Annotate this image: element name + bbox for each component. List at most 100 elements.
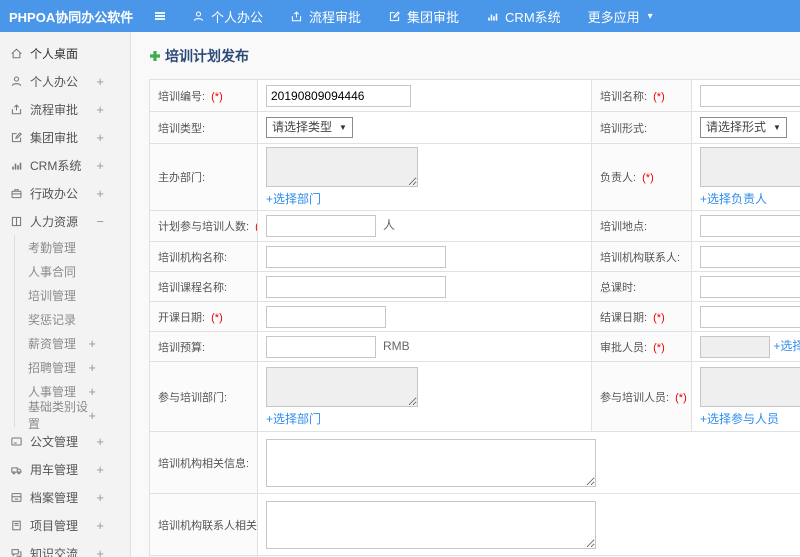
sidebar-item-2[interactable]: 个人办公 + xyxy=(0,67,130,95)
label-end-date: 结课日期: xyxy=(600,311,651,324)
total-hours-input[interactable] xyxy=(700,275,800,298)
expand-icon[interactable]: + xyxy=(88,409,96,422)
required-mark: (*) xyxy=(642,172,654,184)
select-value: 请选择类型 xyxy=(272,120,333,134)
expand-icon[interactable]: + xyxy=(96,75,104,88)
select-approver-link[interactable]: +选择审批人员 xyxy=(773,339,800,353)
sidebar-item-6[interactable]: 行政办公 + xyxy=(0,179,130,207)
select-join-people-link[interactable]: +选择参与人员 xyxy=(700,410,779,427)
select-leader-link[interactable]: +选择负责人 xyxy=(700,190,767,207)
topbar-menu-item-3[interactable]: 集团审批 xyxy=(388,7,459,26)
page-layout: 个人桌面 个人办公 + 流程审批 + 集团审批 + CRM系统 + 行政办公 + 人力资源 − 考勤管理人… xyxy=(0,32,800,557)
org-name-input[interactable] xyxy=(266,245,446,268)
sidebar-item-10[interactable]: 培训管理 xyxy=(14,283,130,307)
sidebar-item-9[interactable]: 人事合同 xyxy=(14,259,130,283)
label-join-dept: 参与培训部门: xyxy=(158,391,228,404)
sidebar-item-4[interactable]: 集团审批 + xyxy=(0,123,130,151)
edit-icon xyxy=(388,10,401,23)
expand-icon[interactable]: + xyxy=(96,519,104,532)
expand-icon[interactable]: + xyxy=(88,385,96,398)
expand-icon[interactable]: + xyxy=(96,463,104,476)
expand-icon[interactable]: + xyxy=(96,435,104,448)
start-date-input[interactable] xyxy=(266,305,386,328)
sidebar-item-label: 考勤管理 xyxy=(28,240,77,255)
leader-textarea xyxy=(700,147,800,187)
sidebar-item-13[interactable]: 招聘管理 + xyxy=(14,355,130,379)
org-contact-input[interactable] xyxy=(700,245,800,268)
sidebar-item-label: CRM系统 xyxy=(30,158,82,173)
expand-icon[interactable]: + xyxy=(88,337,96,350)
caret-down-icon: ▼ xyxy=(339,123,347,132)
sidebar-item-label: 薪资管理 xyxy=(28,336,77,351)
sidebar-item-7[interactable]: 人力资源 − xyxy=(0,207,130,235)
join-dept-textarea xyxy=(266,366,418,407)
form-row: 培训类型: 请选择类型 ▼ 培训形式: 请选择形式 ▼ xyxy=(149,111,800,144)
approve-icon xyxy=(290,10,303,23)
sidebar-item-18[interactable]: 档案管理 + xyxy=(0,483,130,511)
topbar-menu-item-5[interactable]: 更多应用 ▾ xyxy=(588,7,653,26)
project-icon xyxy=(10,519,23,532)
sidebar-item-5[interactable]: CRM系统 + xyxy=(0,151,130,179)
label-budget: 培训预算: xyxy=(158,341,206,354)
sidebar-item-12[interactable]: 薪资管理 + xyxy=(14,331,130,355)
collapse-icon[interactable]: − xyxy=(96,215,104,228)
budget-input[interactable] xyxy=(266,335,376,358)
training-name-input[interactable] xyxy=(700,84,800,107)
end-date-input[interactable] xyxy=(700,305,800,328)
form-row: 培训机构名称: 培训机构联系人: xyxy=(149,241,800,272)
sidebar-item-15[interactable]: 基础类别设置 + xyxy=(14,400,130,431)
chat-icon xyxy=(10,547,23,557)
expand-icon[interactable]: + xyxy=(96,547,104,557)
form-row: 参与培训部门: +选择部门 参与培训人员: (*) +选择参与人员 xyxy=(149,361,800,432)
required-mark: (*) xyxy=(675,391,687,404)
sidebar-item-19[interactable]: 项目管理 + xyxy=(0,511,130,539)
topbar-menu-label: 流程审批 xyxy=(309,9,362,25)
app-logo[interactable]: PHPOA协同办公软件 xyxy=(0,7,140,26)
form-row: 培训机构联系人相关信息: xyxy=(149,493,800,556)
expand-icon[interactable]: + xyxy=(88,361,96,374)
sidebar-item-8[interactable]: 考勤管理 xyxy=(14,235,130,259)
topbar-menu-label: 更多应用 xyxy=(587,9,640,25)
expand-icon[interactable]: + xyxy=(96,103,104,116)
sidebar-item-17[interactable]: 用车管理 + xyxy=(0,455,130,483)
sidebar-item-3[interactable]: 流程审批 + xyxy=(0,95,130,123)
planned-count-input[interactable] xyxy=(266,215,376,237)
sidebar-item-label: 个人桌面 xyxy=(30,46,79,61)
sidebar-item-label: 人事合同 xyxy=(28,264,77,279)
expand-icon[interactable]: + xyxy=(96,187,104,200)
sidebar-item-11[interactable]: 奖惩记录 xyxy=(14,307,130,331)
sidebar-item-label: 奖惩记录 xyxy=(28,312,77,327)
training-mode-select[interactable]: 请选择形式 ▼ xyxy=(700,117,787,138)
label-training-mode: 培训形式: xyxy=(600,122,648,135)
form-row: 开课日期: (*) 结课日期: (*) xyxy=(149,301,800,332)
sidebar-item-label: 行政办公 xyxy=(30,186,79,201)
select-join-dept-link[interactable]: +选择部门 xyxy=(266,410,321,427)
topbar-menu-item-1[interactable]: 个人办公 xyxy=(192,7,263,26)
required-mark: (*) xyxy=(211,90,223,103)
location-input[interactable] xyxy=(700,215,800,237)
expand-icon[interactable]: + xyxy=(96,131,104,144)
menu-icon[interactable] xyxy=(152,9,168,23)
expand-icon[interactable]: + xyxy=(96,159,104,172)
currency-suffix: RMB xyxy=(383,338,410,353)
training-type-select[interactable]: 请选择类型 ▼ xyxy=(266,117,353,138)
sidebar-item-20[interactable]: 知识交流 + xyxy=(0,539,130,557)
caret-down-icon: ▼ xyxy=(773,123,781,132)
doc-icon xyxy=(10,435,23,448)
unit-suffix: 人 xyxy=(383,218,396,233)
org-info-textarea[interactable] xyxy=(266,438,596,487)
org-contact-info-textarea[interactable] xyxy=(266,500,596,549)
label-org-contact-info: 培训机构联系人相关信息: xyxy=(158,519,257,532)
form-wrapper: 培训编号: (*) 培训名称: (*) 培训类型: 请选择类型 ▼ xyxy=(149,79,800,557)
required-mark: (*) xyxy=(211,311,223,324)
sidebar-item-1[interactable]: 个人桌面 xyxy=(0,39,130,67)
training-no-input[interactable] xyxy=(266,84,411,107)
archive-icon xyxy=(10,491,23,504)
course-name-input[interactable] xyxy=(266,275,446,298)
topbar-menu-item-4[interactable]: CRM系统 xyxy=(486,7,561,26)
select-dept-link[interactable]: +选择部门 xyxy=(266,190,321,207)
label-org-contact: 培训机构联系人: xyxy=(600,251,681,264)
required-mark: (*) xyxy=(653,311,665,324)
expand-icon[interactable]: + xyxy=(96,491,104,504)
topbar-menu-item-2[interactable]: 流程审批 xyxy=(290,7,361,26)
